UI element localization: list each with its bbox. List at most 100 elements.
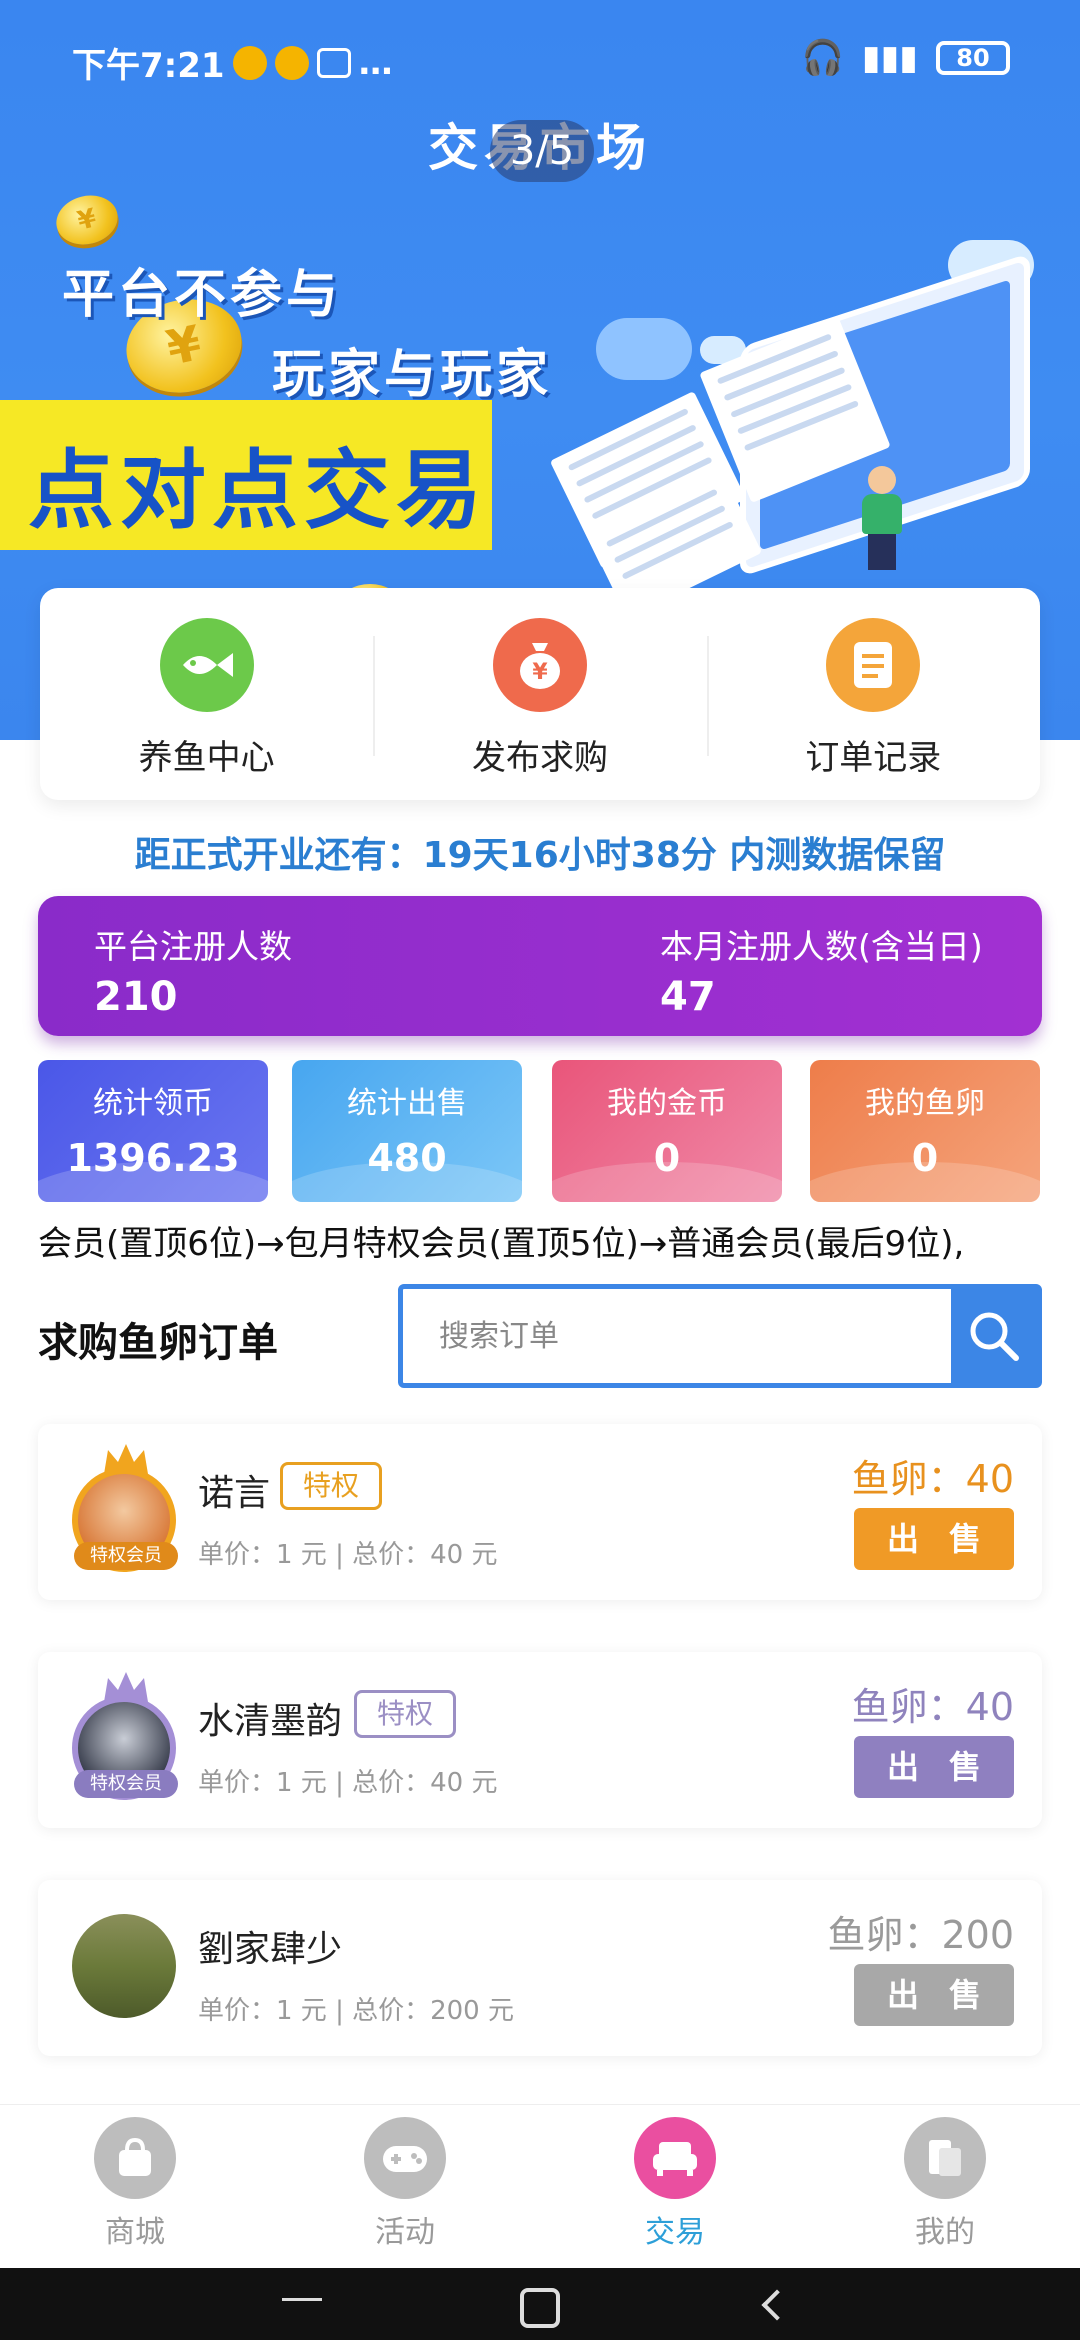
slogan-line-3: 点对点交易	[28, 441, 488, 541]
shopping-bag-icon	[94, 2117, 176, 2199]
stat-value: 0	[911, 1136, 939, 1180]
monthly-registrations-value: 47	[660, 974, 716, 1020]
order-card[interactable]: 特权会员 诺言 特权 单价：1 元 | 总价：40 元 鱼卵：40 出售	[38, 1424, 1042, 1600]
sell-button[interactable]: 出售	[854, 1964, 1014, 2026]
profile-icon	[904, 2117, 986, 2199]
stat-label: 统计出售	[347, 1086, 467, 1121]
status-more: …	[358, 42, 393, 83]
egg-value: 40	[965, 1457, 1014, 1501]
orders-section-title: 求购鱼卵订单	[38, 1320, 278, 1366]
egg-value: 40	[965, 1685, 1014, 1729]
quick-action-label: 养鱼中心	[138, 738, 275, 778]
search-box	[398, 1284, 1042, 1388]
stat-value: 1396.23	[66, 1136, 240, 1180]
stat-label: 我的金币	[607, 1086, 727, 1121]
banner-page-indicator: 3/5	[490, 120, 594, 182]
status-left: 下午7:21 …	[72, 38, 393, 87]
quick-action-order-history[interactable]: 订单记录	[706, 588, 1040, 800]
order-card[interactable]: 特权会员 水清墨韵 特权 单价：1 元 | 总价：40 元 鱼卵：40 出售	[38, 1652, 1042, 1828]
nav-label: 活动	[375, 2215, 435, 2250]
egg-label: 鱼卵：	[851, 1685, 966, 1729]
nav-item-activity[interactable]: 活动	[270, 2105, 540, 2268]
fish-icon	[159, 618, 254, 712]
opening-countdown: 距正式开业还有：19天16小时38分 内测数据保留	[134, 835, 946, 876]
status-bar: 下午7:21 … 🎧 ▮▮▮ 80	[0, 0, 1080, 120]
app-notification-icon	[316, 47, 351, 78]
nav-item-mall[interactable]: 商城	[0, 2105, 270, 2268]
sell-button[interactable]: 出售	[854, 1736, 1014, 1798]
signal-icon: ▮▮▮	[861, 38, 918, 78]
avatar[interactable]: 特权会员	[56, 1442, 196, 1582]
order-search-input[interactable]	[403, 1289, 953, 1383]
egg-count: 鱼卵：40	[852, 1676, 1014, 1731]
stat-label: 统计领币	[93, 1086, 213, 1121]
privilege-badge: 特权	[354, 1690, 457, 1738]
stat-tile-my-fish-eggs: 我的鱼卵 0	[810, 1060, 1040, 1202]
egg-label: 鱼卵：	[827, 1913, 942, 1957]
nav-label: 商城	[105, 2215, 165, 2250]
order-card[interactable]: 劉家肆少 单价：1 元 | 总价：200 元 鱼卵：200 出售	[38, 1880, 1042, 2056]
slogan-line-1: 平台不参与	[62, 265, 343, 325]
stat-value: 0	[653, 1136, 681, 1180]
stat-tile-coins-claimed: 统计领币 1396.23	[38, 1060, 268, 1202]
quick-action-post-request[interactable]: ¥ 发布求购	[373, 588, 706, 800]
battery-level: 80	[956, 44, 990, 72]
headphone-icon: 🎧	[801, 38, 844, 78]
quick-action-fish-center[interactable]: 养鱼中心	[40, 588, 373, 800]
status-right: 🎧 ▮▮▮ 80	[802, 38, 1010, 78]
sofa-icon	[634, 2117, 716, 2199]
svg-text:¥: ¥	[532, 660, 548, 685]
quick-action-label: 发布求购	[471, 738, 608, 778]
home-button[interactable]	[520, 2288, 560, 2328]
menu-button[interactable]	[282, 2298, 322, 2301]
trade-market-page: 下午7:21 … 🎧 ▮▮▮ 80 交易市场 3/5 ¥ ¥ ¥ 平台不参与 玩…	[0, 0, 1080, 2340]
system-navigation-bar	[0, 2268, 1080, 2340]
money-bag-icon: ¥	[492, 618, 587, 712]
nav-item-trade[interactable]: 交易	[540, 2105, 810, 2268]
platform-registrations-label: 平台注册人数	[94, 927, 292, 966]
egg-value: 200	[941, 1913, 1014, 1957]
price-line: 单价：1 元 | 总价：200 元	[198, 1996, 514, 2026]
cloud-icon	[596, 318, 692, 380]
registration-stats-card: 平台注册人数 210 本月注册人数(含当日) 47	[38, 896, 1042, 1036]
weibo-icon	[232, 45, 267, 80]
avatar[interactable]: 特权会员	[56, 1670, 196, 1810]
egg-count: 鱼卵：200	[827, 1904, 1014, 1959]
price-line: 单价：1 元 | 总价：40 元	[198, 1768, 498, 1798]
sell-button[interactable]: 出售	[854, 1508, 1014, 1570]
platform-registrations-value: 210	[94, 974, 178, 1020]
notification-icon	[274, 45, 309, 80]
member-tag: 特权会员	[74, 1542, 178, 1570]
battery-icon: 80	[936, 41, 1010, 75]
membership-marquee: 会员(置顶6位)→包月特权会员(置顶5位)→普通会员(最后9位),	[38, 1224, 965, 1264]
back-button[interactable]	[761, 2289, 793, 2321]
person-illustration	[862, 466, 902, 570]
buyer-name: 诺言	[198, 1473, 271, 1514]
nav-label: 我的	[915, 2215, 975, 2250]
bottom-nav: 商城 活动 交易 我的	[0, 2104, 1080, 2268]
price-line: 单价：1 元 | 总价：40 元	[198, 1540, 498, 1570]
egg-label: 鱼卵：	[851, 1457, 966, 1501]
monthly-registrations-label: 本月注册人数(含当日)	[660, 927, 983, 966]
gamepad-icon	[364, 2117, 446, 2199]
avatar[interactable]	[56, 1898, 196, 2038]
stat-value: 480	[367, 1136, 447, 1180]
buyer-name: 水清墨韵	[198, 1701, 343, 1742]
coin-icon: ¥	[51, 189, 123, 251]
quick-action-label: 订单记录	[805, 738, 942, 778]
privilege-badge: 特权	[280, 1462, 383, 1510]
egg-count: 鱼卵：40	[852, 1448, 1014, 1503]
stat-label: 我的鱼卵	[865, 1086, 985, 1121]
stat-tile-my-gold: 我的金币 0	[552, 1060, 782, 1202]
search-icon	[970, 1312, 1019, 1361]
stat-tile-total-sold: 统计出售 480	[292, 1060, 522, 1202]
slogan-line-2: 玩家与玩家	[272, 345, 553, 405]
nav-item-profile[interactable]: 我的	[810, 2105, 1080, 2268]
quick-actions-card: 养鱼中心 ¥ 发布求购 订单记录	[40, 588, 1040, 800]
buyer-name: 劉家肆少	[198, 1929, 343, 1970]
status-time: 下午7:21	[72, 46, 225, 86]
search-button[interactable]	[951, 1289, 1037, 1383]
member-tag: 特权会员	[74, 1770, 178, 1798]
document-icon	[826, 618, 921, 712]
nav-label: 交易	[645, 2215, 705, 2250]
